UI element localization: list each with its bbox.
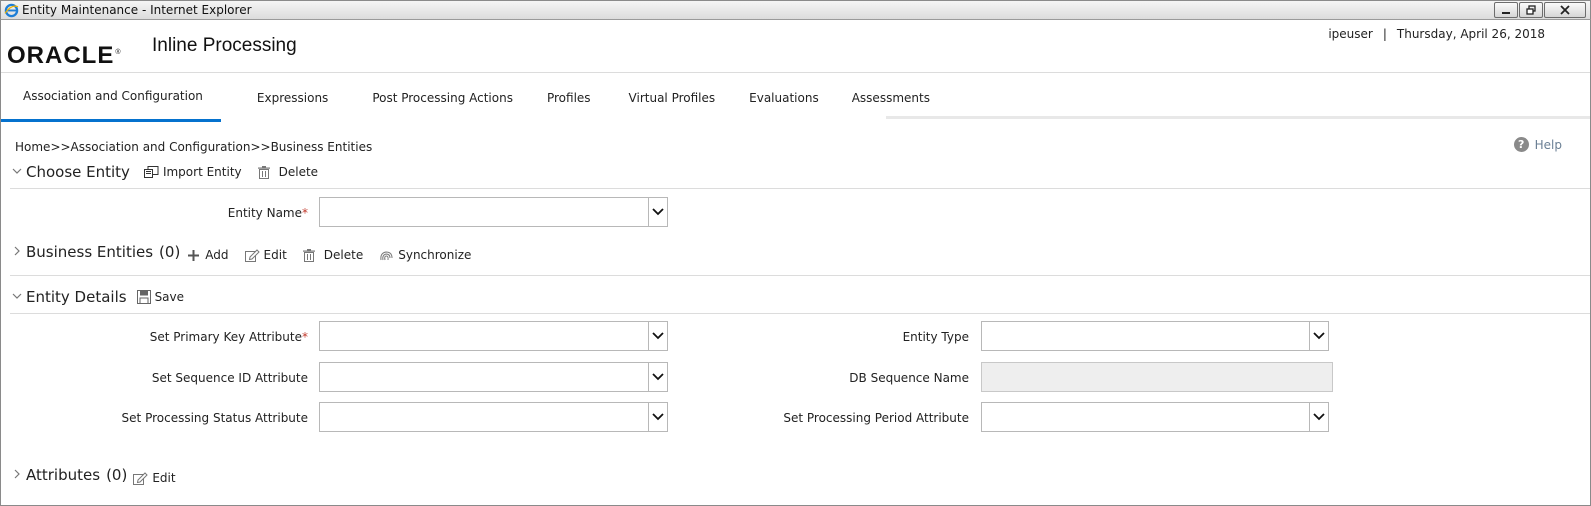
oracle-logo: ORACLE® <box>7 42 122 70</box>
save-label: Save <box>154 290 185 304</box>
business-entities-title: Business Entities <box>26 243 154 261</box>
user-info: ipeuser | Thursday, April 26, 2018 <box>1328 27 1545 41</box>
edit-icon <box>133 471 149 485</box>
help-link[interactable]: ? Help <box>1513 137 1562 152</box>
main-tabs: Association and Configuration Expression… <box>1 73 948 122</box>
attributes-edit-label: Edit <box>152 471 176 485</box>
trash-icon <box>257 165 270 179</box>
entity-name-select[interactable] <box>319 197 668 227</box>
user-name: ipeuser <box>1328 27 1373 41</box>
chevron-down-icon <box>1309 322 1328 350</box>
entity-type-select[interactable] <box>981 321 1329 351</box>
tab-evaluations[interactable]: Evaluations <box>733 73 837 122</box>
chevron-down-icon <box>648 198 667 226</box>
add-entity-button[interactable]: Add <box>188 248 229 262</box>
chevron-down-icon <box>648 403 667 431</box>
entity-details-header: Entity Details Save <box>12 288 200 306</box>
product-title: Inline Processing <box>152 35 297 56</box>
trash-icon <box>302 248 315 262</box>
tab-strip-divider <box>886 116 1590 119</box>
tab-profiles[interactable]: Profiles <box>531 73 609 122</box>
minimize-icon <box>1502 12 1510 14</box>
sequence-id-select[interactable] <box>319 362 668 392</box>
save-icon <box>136 290 151 304</box>
business-entities-header: Business Entities (0) Add Edit Delete Sy… <box>12 242 487 262</box>
expand-chevron-icon[interactable] <box>12 469 26 482</box>
synchronize-button[interactable]: Synchronize <box>379 248 471 262</box>
registered-mark: ® <box>115 49 122 56</box>
primary-key-label-text: Set Primary Key Attribute <box>149 330 302 344</box>
edit-label: Edit <box>263 248 287 262</box>
entity-details-divider <box>10 313 1590 314</box>
db-sequence-label: DB Sequence Name <box>849 371 969 385</box>
help-label: Help <box>1534 137 1562 152</box>
tab-virtual-profiles[interactable]: Virtual Profiles <box>609 73 734 122</box>
tab-expressions[interactable]: Expressions <box>221 73 346 122</box>
brand-text: ORACLE <box>7 42 115 69</box>
collapse-chevron-icon[interactable] <box>12 166 26 179</box>
chevron-down-icon <box>648 363 667 391</box>
choose-entity-title: Choose Entity <box>26 163 130 181</box>
chevron-down-icon <box>1309 403 1328 431</box>
window-controls <box>1494 2 1586 18</box>
attributes-count: (0) <box>106 466 128 484</box>
entity-type-label: Entity Type <box>902 330 969 344</box>
choose-entity-divider <box>10 188 1590 189</box>
add-label: Add <box>205 248 229 262</box>
save-button[interactable]: Save <box>136 290 185 304</box>
restore-button[interactable] <box>1519 2 1543 18</box>
breadcrumb[interactable]: Home>>Association and Configuration>>Bus… <box>15 140 372 154</box>
import-icon <box>143 166 159 178</box>
edit-icon <box>244 248 260 262</box>
current-date: Thursday, April 26, 2018 <box>1396 27 1545 41</box>
restore-icon <box>1526 5 1536 15</box>
primary-key-label: Set Primary Key Attribute* <box>100 330 308 344</box>
entity-name-label: Entity Name* <box>160 206 308 220</box>
processing-status-label: Set Processing Status Attribute <box>121 411 308 425</box>
delete-business-entity-button[interactable]: Delete <box>302 248 364 262</box>
edit-attributes-button[interactable]: Edit <box>133 471 176 485</box>
delete-entity-button[interactable]: Delete <box>257 165 319 179</box>
import-entity-label: Import Entity <box>162 165 242 179</box>
db-sequence-field[interactable] <box>981 362 1333 392</box>
help-icon: ? <box>1513 137 1529 152</box>
entity-details-title: Entity Details <box>26 288 127 306</box>
delete-entity-label: Delete <box>278 165 319 179</box>
attributes-title: Attributes <box>26 466 101 484</box>
entity-name-label-text: Entity Name <box>227 206 302 220</box>
tab-association-and-configuration[interactable]: Association and Configuration <box>1 73 221 122</box>
tab-post-processing-actions[interactable]: Post Processing Actions <box>346 73 531 122</box>
fingerprint-icon <box>379 249 394 262</box>
minimize-button[interactable] <box>1494 2 1518 18</box>
sequence-id-label: Set Sequence ID Attribute <box>151 371 308 385</box>
collapse-chevron-icon[interactable] <box>12 291 26 304</box>
processing-period-label: Set Processing Period Attribute <box>783 411 969 425</box>
required-mark: * <box>302 330 308 344</box>
primary-key-select[interactable] <box>319 321 668 351</box>
delete-label: Delete <box>323 248 364 262</box>
internet-explorer-icon <box>4 3 19 18</box>
import-entity-button[interactable]: Import Entity <box>143 165 242 179</box>
tab-assessments[interactable]: Assessments <box>837 73 948 122</box>
required-mark: * <box>302 206 308 220</box>
close-button[interactable] <box>1544 2 1586 18</box>
chevron-down-icon <box>648 322 667 350</box>
synchronize-label: Synchronize <box>398 248 472 262</box>
window-titlebar: Entity Maintenance - Internet Explorer <box>0 0 1591 20</box>
attributes-header: Attributes (0) Edit <box>12 465 192 485</box>
edit-entity-button[interactable]: Edit <box>244 248 287 262</box>
business-entities-divider <box>10 275 1590 276</box>
processing-status-select[interactable] <box>319 402 668 432</box>
plus-icon <box>188 249 200 261</box>
processing-period-select[interactable] <box>981 402 1329 432</box>
expand-chevron-icon[interactable] <box>12 246 26 259</box>
window-title: Entity Maintenance - Internet Explorer <box>22 3 252 17</box>
business-entities-count: (0) <box>159 243 181 261</box>
user-date-separator: | <box>1382 27 1387 41</box>
close-icon <box>1560 5 1570 15</box>
choose-entity-header: Choose Entity Import Entity Delete <box>12 163 334 181</box>
